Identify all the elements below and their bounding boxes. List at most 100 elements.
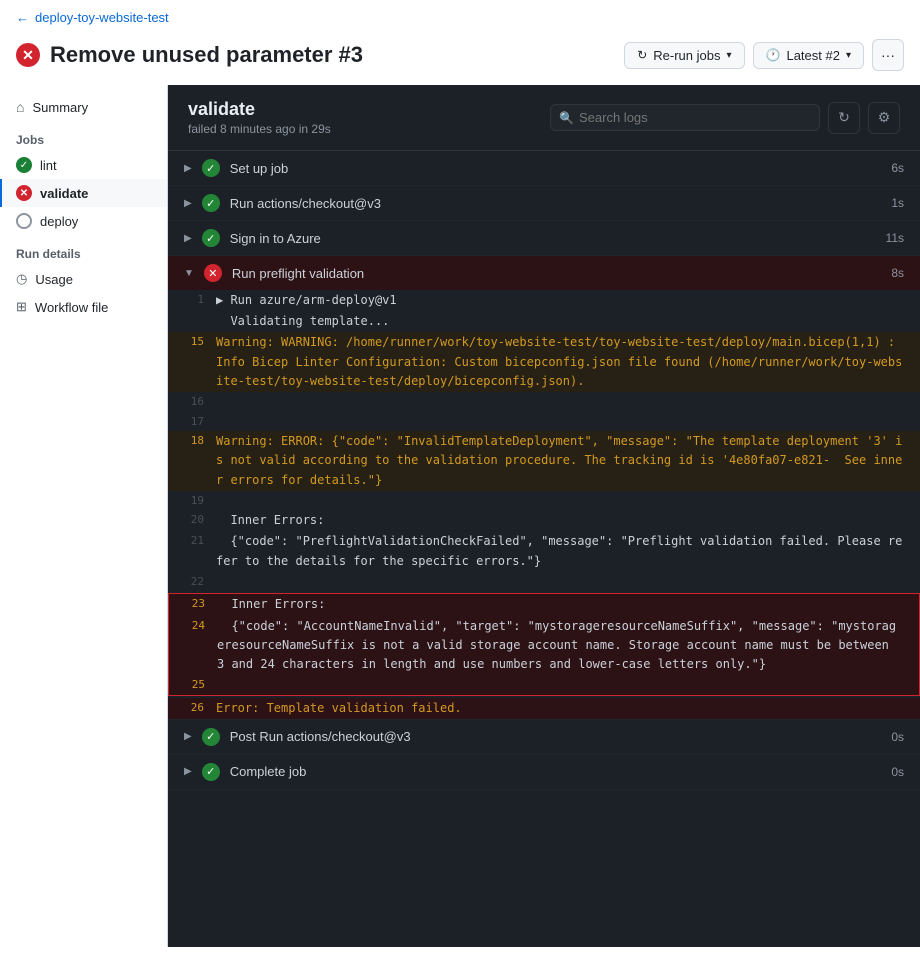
validate-title-area: validate failed 8 minutes ago in 29s (188, 99, 331, 136)
line-content-21: {"code": "PreflightValidationCheckFailed… (216, 532, 920, 570)
step-preflight-error-icon: ✕ (204, 264, 222, 282)
page-title-area: ✕ Remove unused parameter #3 (16, 42, 363, 68)
log-line-22[interactable]: 22 (168, 572, 920, 592)
refresh-button[interactable]: ↻ (828, 102, 860, 134)
line-content-18: Warning: ERROR: {"code": "InvalidTemplat… (216, 432, 920, 490)
line-content-validating: Validating template... (216, 312, 920, 331)
step-setup: ▶ ✓ Set up job 6s (168, 151, 920, 186)
content-area: validate failed 8 minutes ago in 29s 🔍 ↻… (168, 85, 920, 947)
line-num-26: 26 (168, 699, 216, 718)
log-line-validating[interactable]: Validating template... (168, 311, 920, 332)
validate-error-icon: ✕ (16, 185, 32, 201)
validate-subtitle: failed 8 minutes ago in 29s (188, 122, 331, 136)
sidebar-item-workflow-file[interactable]: ⊞ Workflow file (0, 293, 167, 321)
step-postrun-success-icon: ✓ (202, 728, 220, 746)
usage-icon: ◷ (16, 271, 27, 287)
line-content-20: Inner Errors: (216, 511, 920, 530)
step-checkout-time: 1s (891, 196, 904, 210)
error-status-icon: ✕ (16, 43, 40, 67)
log-line-26[interactable]: 26 Error: Template validation failed. (168, 698, 920, 719)
rerun-label: Re-run jobs (653, 48, 720, 63)
step-signin-label: Sign in to Azure (230, 231, 321, 246)
step-preflight-label: Run preflight validation (232, 266, 364, 281)
step-checkout-label: Run actions/checkout@v3 (230, 196, 381, 211)
lint-success-icon: ✓ (16, 157, 32, 173)
log-line-18[interactable]: 18 Warning: ERROR: {"code": "InvalidTemp… (168, 431, 920, 491)
step-signin-chevron-icon: ▶ (184, 233, 192, 244)
step-checkout-chevron-icon: ▶ (184, 198, 192, 209)
line-num-20: 20 (168, 511, 216, 530)
step-complete-label: Complete job (230, 764, 307, 779)
breadcrumb: ← deploy-toy-website-test (0, 0, 920, 35)
rerun-icon: ↻ (637, 48, 647, 62)
search-input[interactable] (550, 104, 820, 131)
line-num-validating (168, 312, 216, 331)
step-preflight-header[interactable]: ▼ ✕ Run preflight validation 8s (168, 256, 920, 290)
validate-label: validate (40, 186, 88, 201)
line-num-25: 25 (169, 676, 217, 694)
workflow-file-icon: ⊞ (16, 299, 27, 315)
step-postrun-chevron-icon: ▶ (184, 731, 192, 742)
line-content-22 (216, 573, 920, 591)
validate-header: validate failed 8 minutes ago in 29s 🔍 ↻… (168, 85, 920, 151)
settings-button[interactable]: ⚙ (868, 102, 900, 134)
sidebar-item-lint[interactable]: ✓ lint (0, 151, 167, 179)
latest-button[interactable]: 🕐 Latest #2 ▾ (753, 42, 864, 69)
log-line-24[interactable]: 24 {"code": "AccountNameInvalid", "targe… (169, 616, 919, 676)
rerun-chevron-icon: ▾ (726, 50, 731, 61)
line-content-15: Warning: WARNING: /home/runner/work/toy-… (216, 333, 920, 391)
step-postrun-time: 0s (891, 730, 904, 744)
latest-label: Latest #2 (786, 48, 840, 63)
validate-title: validate (188, 99, 331, 120)
breadcrumb-link[interactable]: deploy-toy-website-test (35, 10, 169, 25)
sidebar-item-deploy[interactable]: deploy (0, 207, 167, 235)
log-line-17[interactable]: 17 (168, 412, 920, 432)
header-actions: ↻ Re-run jobs ▾ 🕐 Latest #2 ▾ ··· (624, 39, 904, 71)
line-content-25 (217, 676, 919, 694)
clock-icon: 🕐 (766, 48, 781, 62)
deploy-label: deploy (40, 214, 78, 229)
log-line-15[interactable]: 15 Warning: WARNING: /home/runner/work/t… (168, 332, 920, 392)
line-num-19: 19 (168, 492, 216, 510)
back-arrow-icon: ← (16, 10, 29, 25)
sidebar-item-usage[interactable]: ◷ Usage (0, 265, 167, 293)
line-num-18: 18 (168, 432, 216, 490)
step-signin: ▶ ✓ Sign in to Azure 11s (168, 221, 920, 256)
sidebar-item-validate[interactable]: ✕ validate (0, 179, 167, 207)
step-complete-header[interactable]: ▶ ✓ Complete job 0s (168, 755, 920, 789)
line-content-24: {"code": "AccountNameInvalid", "target":… (217, 617, 919, 675)
step-setup-label: Set up job (230, 161, 289, 176)
log-line-16[interactable]: 16 (168, 392, 920, 412)
log-line-23[interactable]: 23 Inner Errors: (169, 594, 919, 615)
log-line-19[interactable]: 19 (168, 491, 920, 511)
sidebar-item-summary[interactable]: ⌂ Summary (0, 93, 167, 121)
rerun-jobs-button[interactable]: ↻ Re-run jobs ▾ (624, 42, 744, 69)
deploy-skip-icon (16, 213, 32, 229)
workflow-file-label: Workflow file (35, 300, 108, 315)
step-setup-header[interactable]: ▶ ✓ Set up job 6s (168, 151, 920, 185)
lint-label: lint (40, 158, 57, 173)
main-layout: ⌂ Summary Jobs ✓ lint ✕ validate deploy … (0, 85, 920, 947)
line-num-21: 21 (168, 532, 216, 570)
log-line-1[interactable]: 1 ▶ Run azure/arm-deploy@v1 (168, 290, 920, 311)
step-postrun-header[interactable]: ▶ ✓ Post Run actions/checkout@v3 0s (168, 720, 920, 754)
line-content-19 (216, 492, 920, 510)
search-icon: 🔍 (559, 111, 574, 125)
step-checkout-success-icon: ✓ (202, 194, 220, 212)
step-signin-header[interactable]: ▶ ✓ Sign in to Azure 11s (168, 221, 920, 255)
log-line-25[interactable]: 25 (169, 675, 919, 695)
step-complete-chevron-icon: ▶ (184, 766, 192, 777)
log-line-21[interactable]: 21 {"code": "PreflightValidationCheckFai… (168, 531, 920, 571)
highlighted-block: 23 Inner Errors: 24 {"code": "AccountNam… (168, 593, 920, 695)
step-checkout-header[interactable]: ▶ ✓ Run actions/checkout@v3 1s (168, 186, 920, 220)
step-postrun: ▶ ✓ Post Run actions/checkout@v3 0s (168, 720, 920, 755)
home-icon: ⌂ (16, 99, 24, 115)
step-complete-success-icon: ✓ (202, 763, 220, 781)
more-options-button[interactable]: ··· (872, 39, 904, 71)
log-lines-container: 1 ▶ Run azure/arm-deploy@v1 Validating t… (168, 290, 920, 719)
log-line-20[interactable]: 20 Inner Errors: (168, 510, 920, 531)
step-signin-success-icon: ✓ (202, 229, 220, 247)
step-checkout: ▶ ✓ Run actions/checkout@v3 1s (168, 186, 920, 221)
search-and-actions: 🔍 ↻ ⚙ (550, 102, 900, 134)
step-setup-time: 6s (891, 161, 904, 175)
